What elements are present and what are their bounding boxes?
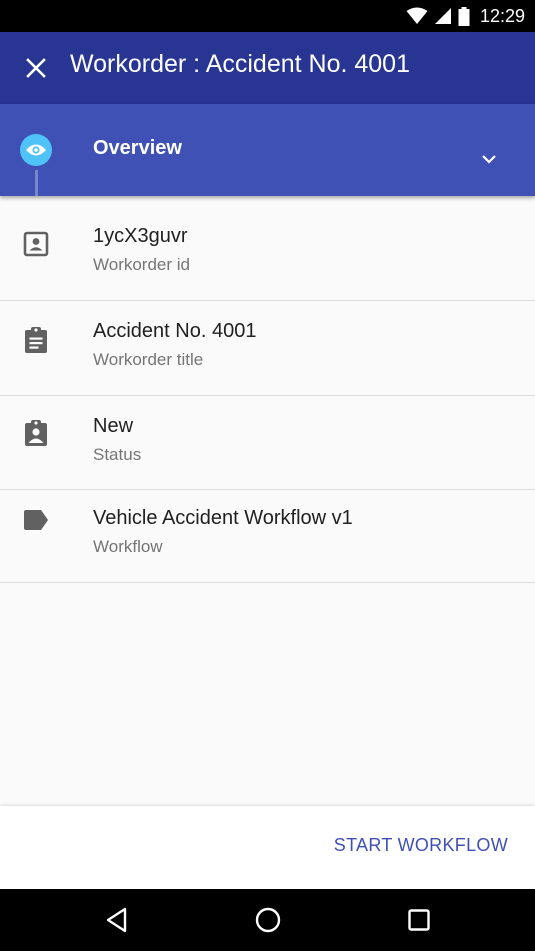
workflow-value: Vehicle Accident Workflow v1	[93, 507, 353, 529]
back-button[interactable]	[101, 904, 133, 936]
home-button[interactable]	[252, 904, 284, 936]
workorder-id-value: 1ycX3guvr	[93, 225, 188, 247]
workorder-title-value: Accident No. 4001	[93, 320, 257, 342]
section-title: Overview	[93, 137, 182, 159]
close-icon	[26, 58, 46, 78]
battery-icon	[458, 6, 470, 26]
stepper-connector	[35, 170, 38, 196]
bottom-action-bar: START WORKFLOW	[0, 806, 535, 889]
overview-section-header[interactable]: Overview	[0, 104, 535, 196]
eye-icon	[20, 134, 52, 166]
close-button[interactable]	[20, 52, 52, 84]
clipboard-account-icon	[22, 419, 50, 447]
app-bar: Workorder : Accident No. 4001	[0, 32, 535, 104]
navigation-bar	[0, 889, 535, 951]
status-time: 12:29	[479, 5, 525, 26]
start-workflow-button[interactable]: START WORKFLOW	[334, 835, 508, 856]
workorder-details-list: 1ycX3guvr Workorder id Accident No. 4001…	[0, 196, 535, 583]
signal-icon	[434, 8, 451, 24]
home-circle-icon	[255, 907, 281, 933]
workorder-id-label: Workorder id	[93, 255, 190, 274]
status-icons: 12:29	[406, 0, 525, 32]
page-title: Workorder : Accident No. 4001	[70, 50, 410, 78]
list-item-workflow: Vehicle Accident Workflow v1 Workflow	[0, 490, 535, 583]
workflow-label: Workflow	[93, 537, 163, 556]
chevron-down-icon[interactable]	[476, 146, 502, 172]
account-box-icon	[22, 230, 50, 258]
status-bar: 12:29	[0, 0, 535, 32]
list-item-workorder-id: 1ycX3guvr Workorder id	[0, 196, 535, 301]
back-triangle-icon	[106, 907, 127, 933]
wifi-icon	[406, 7, 428, 24]
status-label: Status	[93, 445, 142, 464]
label-icon	[22, 506, 50, 534]
clipboard-text-icon	[22, 326, 50, 354]
list-item-status: New Status	[0, 396, 535, 490]
list-item-workorder-title: Accident No. 4001 Workorder title	[0, 301, 535, 396]
status-value: New	[93, 415, 134, 437]
workorder-title-label: Workorder title	[93, 350, 204, 369]
recents-button[interactable]	[403, 904, 435, 936]
recents-square-icon	[408, 909, 430, 931]
